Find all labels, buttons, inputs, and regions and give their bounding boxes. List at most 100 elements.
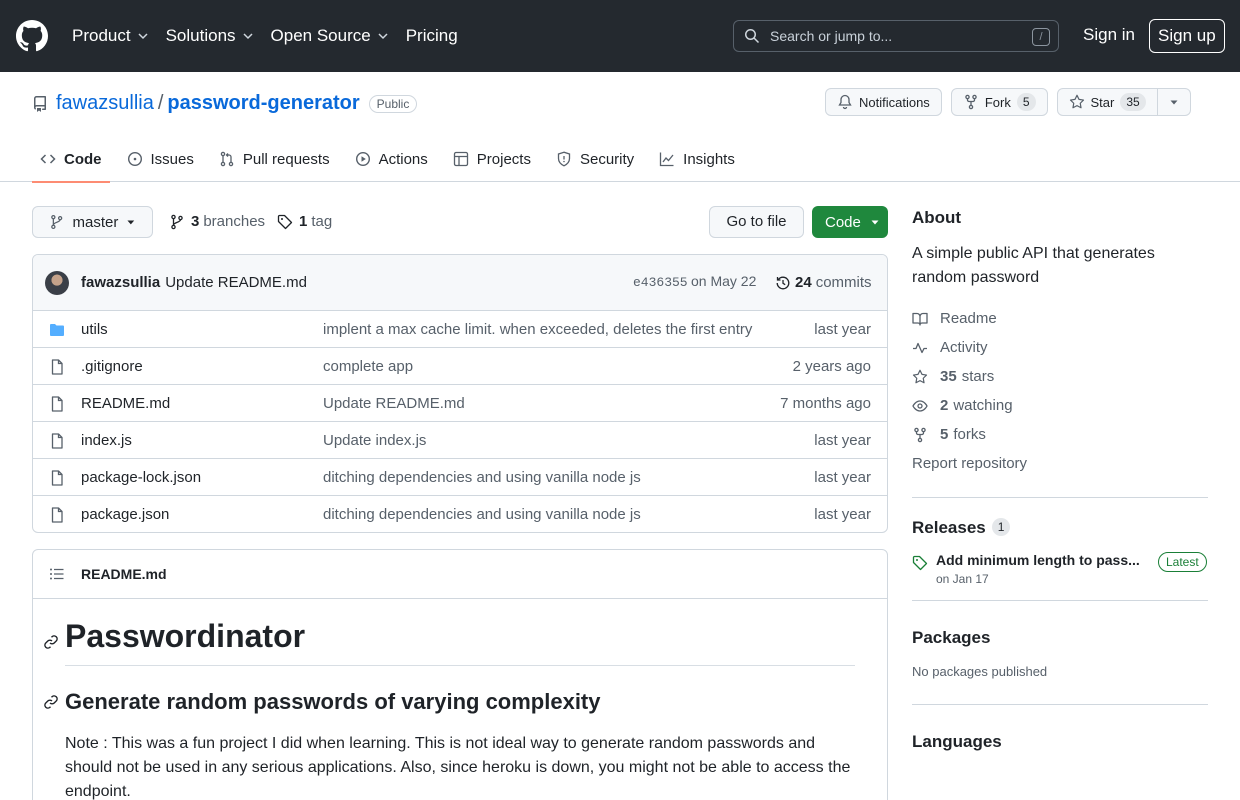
releases-heading[interactable]: Releases 1 bbox=[912, 518, 1208, 538]
avatar[interactable] bbox=[45, 270, 69, 295]
tab-pull-requests[interactable]: Pull requests bbox=[211, 136, 338, 182]
repo-owner-link[interactable]: fawazsullia bbox=[56, 92, 154, 115]
caret-down-icon bbox=[127, 220, 135, 225]
go-to-file-button[interactable]: Go to file bbox=[709, 206, 804, 238]
readme-title: Passwordinator bbox=[65, 618, 306, 654]
tab-projects[interactable]: Projects bbox=[445, 136, 539, 182]
search-input[interactable]: Search or jump to... / bbox=[733, 20, 1059, 52]
file-age: last year bbox=[814, 506, 871, 523]
tab-code[interactable]: Code bbox=[32, 136, 110, 183]
notifications-button[interactable]: Notifications bbox=[825, 88, 942, 116]
file-commit-message-link[interactable]: complete app bbox=[323, 358, 413, 375]
latest-release[interactable]: Add minimum length to pass... on Jan 17 … bbox=[912, 552, 1208, 586]
readme-link[interactable]: Readme bbox=[912, 304, 1208, 333]
file-commit-message-link[interactable]: ditching dependencies and using vanilla … bbox=[323, 506, 641, 523]
file-name-link[interactable]: utils bbox=[81, 321, 108, 338]
nav-product-label: Product bbox=[72, 26, 131, 45]
nav-product[interactable]: Product bbox=[72, 26, 149, 46]
tab-issues-label: Issues bbox=[150, 150, 194, 168]
tab-actions-label: Actions bbox=[378, 150, 428, 168]
file-name-link[interactable]: .gitignore bbox=[81, 358, 143, 375]
forks-label: forks bbox=[953, 426, 986, 443]
forks-link[interactable]: 5 forks bbox=[912, 420, 1208, 449]
repo-header: fawazsullia / password-generator Public … bbox=[0, 72, 1240, 183]
repo-sidebar: About A simple public API that generates… bbox=[912, 208, 1208, 752]
issue-icon bbox=[127, 151, 142, 167]
file-row: index.js Update index.js last year bbox=[33, 422, 887, 459]
pull-request-icon bbox=[220, 151, 234, 167]
tags-count: 1 bbox=[299, 213, 308, 230]
branch-icon bbox=[171, 214, 183, 229]
repo-name-link[interactable]: password-generator bbox=[167, 92, 359, 115]
packages-empty-text: No packages published bbox=[912, 664, 1048, 679]
file-commit-message-link[interactable]: ditching dependencies and using vanilla … bbox=[323, 469, 641, 486]
sidebar-divider bbox=[912, 600, 1208, 601]
tag-icon bbox=[277, 214, 293, 229]
list-unordered-icon[interactable] bbox=[49, 566, 65, 582]
file-row: package.json ditching dependencies and u… bbox=[33, 496, 887, 532]
file-name-link[interactable]: package-lock.json bbox=[81, 469, 201, 486]
commit-message-link[interactable]: Update README.md bbox=[165, 274, 307, 291]
nav-solutions[interactable]: Solutions bbox=[166, 26, 254, 46]
nav-solutions-label: Solutions bbox=[165, 26, 236, 45]
star-icon bbox=[1069, 94, 1084, 109]
star-icon bbox=[912, 369, 928, 383]
link-icon[interactable] bbox=[43, 694, 59, 710]
tab-insights[interactable]: Insights bbox=[651, 136, 743, 182]
link-icon[interactable] bbox=[43, 634, 59, 650]
about-links: Readme Activity 35 stars 2 watching 5 fo… bbox=[912, 304, 1208, 478]
file-commit-message-link[interactable]: implent a max cache limit. when exceeded… bbox=[323, 321, 752, 338]
commits-history-link[interactable]: 24 commits bbox=[775, 274, 872, 291]
fork-button[interactable]: Fork 5 bbox=[950, 88, 1048, 116]
star-button[interactable]: Star 35 bbox=[1056, 88, 1158, 116]
branches-link[interactable]: 3 branches bbox=[169, 213, 265, 230]
repo-path-separator: / bbox=[157, 92, 164, 114]
caret-down-icon bbox=[871, 220, 879, 225]
repo-actions: Notifications Fork 5 Star 35 bbox=[825, 88, 1191, 116]
nav-open-source[interactable]: Open Source bbox=[271, 26, 389, 46]
file-commit-message-link[interactable]: Update index.js bbox=[323, 432, 426, 449]
chevron-down-icon bbox=[378, 33, 388, 40]
eye-icon bbox=[912, 399, 928, 412]
code-dropdown-button[interactable]: Code bbox=[812, 206, 888, 238]
sign-in-link[interactable]: Sign in bbox=[1083, 25, 1135, 45]
stars-link[interactable]: 35 stars bbox=[912, 362, 1208, 391]
fork-count: 5 bbox=[1016, 93, 1036, 111]
tags-link[interactable]: 1 tag bbox=[277, 213, 332, 230]
search-shortcut-key: / bbox=[1032, 28, 1050, 46]
file-age: 2 years ago bbox=[792, 358, 871, 375]
packages-heading[interactable]: Packages bbox=[912, 628, 1208, 648]
sign-up-button[interactable]: Sign up bbox=[1149, 19, 1225, 53]
file-name-link[interactable]: index.js bbox=[81, 432, 132, 449]
nav-pricing[interactable]: Pricing bbox=[406, 26, 458, 46]
branch-select-button[interactable]: master bbox=[32, 206, 153, 238]
star-count: 35 bbox=[1120, 93, 1146, 111]
file-icon bbox=[51, 470, 63, 486]
stars-label: stars bbox=[961, 368, 995, 385]
branches-label: branches bbox=[203, 213, 266, 230]
repo-tabs: Code Issues Pull requests Actions Projec… bbox=[32, 136, 752, 183]
caret-down-icon bbox=[1170, 100, 1178, 105]
activity-link[interactable]: Activity bbox=[912, 333, 1208, 362]
file-name-link[interactable]: README.md bbox=[81, 395, 170, 412]
fork-icon bbox=[914, 427, 926, 442]
readme-heading-1: Passwordinator bbox=[44, 618, 855, 666]
commit-hash-link[interactable]: e436355 bbox=[633, 275, 688, 290]
tab-actions[interactable]: Actions bbox=[347, 136, 436, 182]
file-icon bbox=[51, 359, 63, 375]
code-icon bbox=[40, 154, 56, 164]
tab-issues[interactable]: Issues bbox=[119, 136, 202, 182]
file-name-link[interactable]: package.json bbox=[81, 506, 169, 523]
file-commit-message-link[interactable]: Update README.md bbox=[323, 395, 465, 412]
report-repository-link[interactable]: Report repository bbox=[912, 449, 1208, 478]
commit-author-link[interactable]: fawazsullia bbox=[81, 274, 160, 291]
tab-security[interactable]: Security bbox=[548, 136, 642, 182]
repo-title: fawazsullia / password-generator Public bbox=[32, 92, 418, 115]
github-logo-icon[interactable] bbox=[16, 20, 48, 52]
chevron-down-icon bbox=[138, 33, 148, 40]
readme-filename-link[interactable]: README.md bbox=[81, 566, 167, 582]
notifications-label: Notifications bbox=[859, 94, 930, 110]
chevron-down-icon bbox=[243, 33, 253, 40]
star-list-dropdown[interactable] bbox=[1157, 88, 1191, 116]
watching-link[interactable]: 2 watching bbox=[912, 391, 1208, 420]
